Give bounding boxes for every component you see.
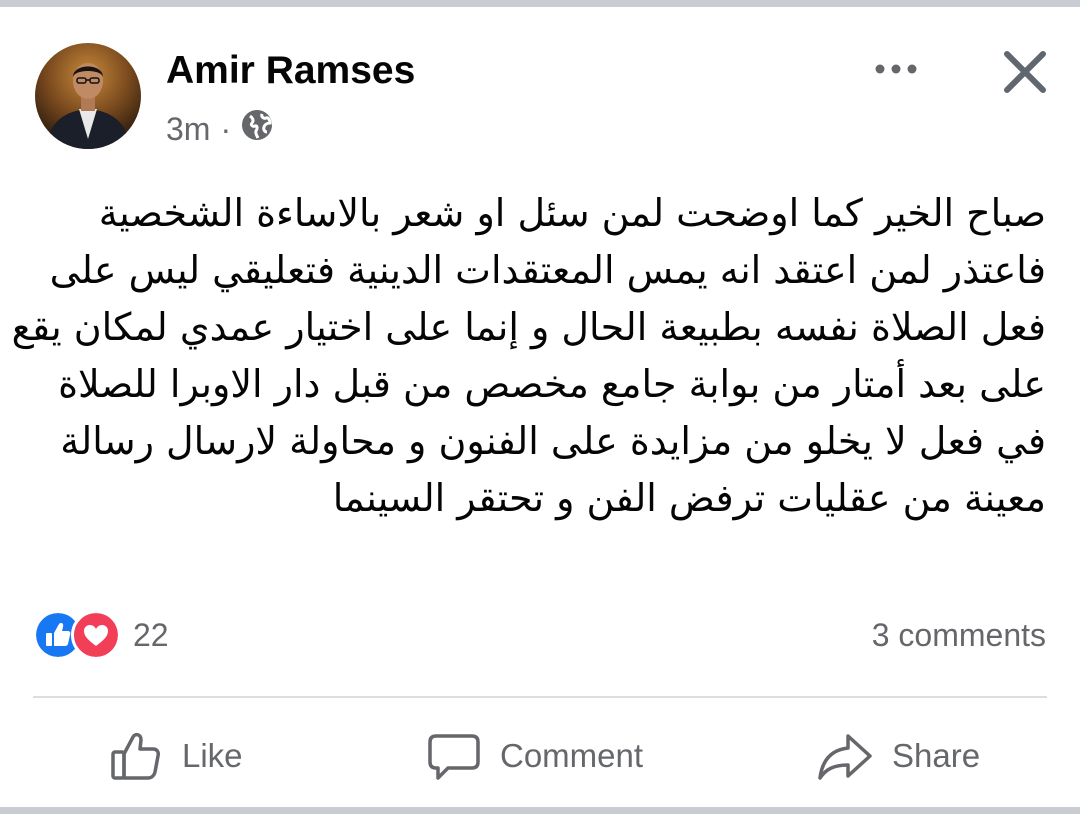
thumbs-up-icon [111, 732, 160, 780]
meta-separator: · [220, 110, 232, 147]
share-arrow-icon [818, 734, 872, 780]
post-text-line: فاعتذر لمن اعتقد انه يمس المعتقدات الدين… [49, 248, 1046, 292]
post-text-line: في فعل لا يخلو من مزايدة على الفنون و مح… [60, 419, 1046, 463]
reaction-count: 22 [133, 616, 169, 653]
post-card: Amir Ramses 3m · صباح الخير كما اوضحت لم… [0, 0, 1080, 814]
close-icon[interactable] [998, 45, 1052, 99]
post-text: صباح الخير كما اوضحت لمن سئل او شعر بالا… [11, 185, 1046, 527]
more-options-icon[interactable] [868, 51, 924, 87]
avatar[interactable] [35, 43, 141, 149]
divider [33, 696, 1047, 698]
post-text-line: فعل الصلاة نفسه بطبيعة الحال و إنما على … [11, 305, 1046, 349]
like-label: Like [182, 737, 243, 774]
comment-icon [428, 734, 480, 780]
post-text-line: صباح الخير كما اوضحت لمن سئل او شعر بالا… [98, 191, 1046, 235]
post-text-line: معينة من عقليات ترفض الفن و تحتقر السينم… [332, 476, 1046, 520]
post-text-line: على بعد أمتار من بوابة جامع مخصص من قبل … [58, 362, 1046, 406]
comments-count[interactable]: 3 comments [872, 611, 1046, 659]
share-button[interactable]: Share [816, 721, 980, 791]
like-button[interactable]: Like [108, 721, 243, 791]
love-reaction-icon [71, 610, 121, 660]
globe-icon [241, 109, 273, 149]
share-label: Share [892, 737, 981, 774]
post-time[interactable]: 3m [166, 111, 210, 148]
comment-button[interactable]: Comment [426, 721, 643, 791]
comment-label: Comment [500, 737, 644, 774]
post-meta: 3m · [166, 105, 273, 153]
author-name[interactable]: Amir Ramses [166, 47, 415, 95]
reactions-summary[interactable]: 22 [33, 610, 169, 660]
